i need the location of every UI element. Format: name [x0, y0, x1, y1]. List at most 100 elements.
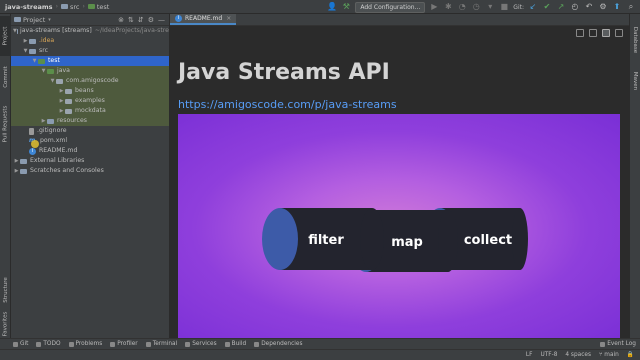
lock-icon[interactable]: 🔒 [627, 352, 634, 358]
tool-git[interactable]: Git [13, 341, 28, 347]
tree-row[interactable]: ▼ test [11, 56, 169, 66]
breadcrumb-project[interactable]: java-streams [0, 3, 56, 11]
git-update-icon[interactable]: ↙ [528, 2, 538, 12]
tree-row[interactable]: ▼ java [11, 66, 169, 76]
chevron-down-icon[interactable]: ▾ [48, 17, 51, 23]
tool-tab-label: Pull Requests [2, 105, 9, 143]
tool-problems[interactable]: Problems [68, 341, 103, 347]
profiler-icon [110, 341, 116, 347]
build-hammer-icon[interactable]: ⚒ [341, 2, 351, 12]
tree-row-label: mockdata [75, 107, 106, 114]
search-icon[interactable]: ⌕ [626, 2, 636, 12]
git-label: Git: [513, 3, 524, 11]
source-folder-icon [47, 68, 54, 74]
tab-readme[interactable]: i README.md × [170, 14, 237, 25]
project-view-dropdown[interactable]: Project [23, 16, 45, 24]
tool-build[interactable]: Build [224, 341, 246, 347]
tool-dependencies[interactable]: Dependencies [254, 341, 302, 347]
folder-icon [29, 48, 36, 54]
collapse-all-icon[interactable]: ⊗ [118, 16, 124, 24]
chevron-down-icon[interactable]: ▼ [22, 46, 29, 56]
git-commit-icon[interactable]: ✔ [542, 2, 552, 12]
tree-row[interactable]: ▶ External Libraries [11, 156, 169, 166]
tree-row[interactable]: ▶ beans [11, 86, 169, 96]
editor-tab-bar: i README.md × [170, 14, 629, 26]
chevron-down-icon[interactable]: ▼ [40, 66, 47, 76]
stop-icon[interactable]: ■ [499, 2, 509, 12]
tool-tab-favorites[interactable]: Favorites [0, 310, 11, 338]
tool-todo[interactable]: TODO [36, 341, 61, 347]
indent-widget[interactable]: 4 spaces [565, 352, 591, 358]
settings-icon[interactable]: ⚙ [598, 2, 608, 12]
editor-and-preview-icon[interactable] [589, 29, 597, 37]
tool-tab-database[interactable]: Database [630, 20, 640, 60]
hide-icon[interactable]: — [158, 16, 165, 24]
tool-label: Terminal [152, 341, 178, 347]
git-push-icon[interactable]: ↗ [556, 2, 566, 12]
tool-label: Problems [75, 341, 103, 347]
tool-tab-commit[interactable]: Commit [0, 60, 11, 94]
chevron-down-icon[interactable]: ▼ [49, 76, 56, 86]
user-icon[interactable]: 👤 [327, 2, 337, 12]
tree-row[interactable]: ▼ java-streams [streams] ~/IdeaProjects/ja… [11, 26, 169, 36]
run-more-icon[interactable]: ▾ [485, 2, 495, 12]
history-icon[interactable]: ◴ [570, 2, 580, 12]
tree-row[interactable]: ▼ com.amigoscode [11, 76, 169, 86]
collapse-icon[interactable]: ⇵ [138, 16, 144, 24]
tool-tab-maven[interactable]: Maven [630, 66, 640, 96]
breadcrumb-src[interactable]: src [58, 3, 83, 11]
chevron-right-icon[interactable]: ▶ [58, 106, 65, 116]
chevron-right-icon[interactable]: ▶ [22, 36, 29, 46]
tree-row[interactable]: ▼ src [11, 46, 169, 56]
run-icon[interactable]: ▶ [429, 2, 439, 12]
more-options-icon[interactable] [615, 29, 623, 37]
ide-update-icon[interactable]: ⬆ [612, 2, 622, 12]
tree-row-label: pom.xml [40, 137, 68, 144]
todo-icon [36, 341, 42, 347]
folder-icon [87, 4, 95, 9]
file-icon [29, 127, 34, 135]
chevron-right-icon[interactable]: ▶ [13, 156, 20, 166]
git-icon [13, 341, 18, 347]
tool-tab-project[interactable]: Project [0, 16, 11, 56]
close-icon[interactable]: × [226, 15, 231, 22]
coverage-icon[interactable]: ◔ [457, 2, 467, 12]
chevron-down-icon[interactable]: ▼ [31, 56, 38, 66]
expand-icon[interactable]: ⇅ [128, 16, 134, 24]
tool-services[interactable]: Services [185, 341, 217, 347]
encoding-widget[interactable]: UTF-8 [541, 352, 558, 358]
build-icon [224, 341, 230, 347]
tree-row[interactable]: .gitignore [11, 126, 169, 136]
tree-row[interactable]: ▶ Scratches and Consoles [11, 166, 169, 176]
chevron-right-icon[interactable]: ▶ [13, 166, 20, 176]
tool-terminal[interactable]: Terminal [145, 341, 178, 347]
chevron-right-icon[interactable]: ▶ [40, 116, 47, 126]
profile-icon[interactable]: ◷ [471, 2, 481, 12]
tree-row[interactable]: ▶ examples [11, 96, 169, 106]
tree-row[interactable]: ▶ resources [11, 116, 169, 126]
tree-row[interactable]: ▶ .idea [11, 36, 169, 46]
chevron-right-icon[interactable]: ▶ [58, 86, 65, 96]
line-separator-widget[interactable]: LF [526, 352, 533, 358]
git-branch-widget[interactable]: ⑂ main [599, 352, 619, 358]
tool-tab-label: Favorites [2, 311, 9, 337]
tree-row[interactable]: ▶ mockdata [11, 106, 169, 116]
package-icon [65, 88, 72, 94]
debug-icon[interactable]: ✱ [443, 2, 453, 12]
tool-profiler[interactable]: Profiler [110, 341, 138, 347]
left-tool-stripe: Project Commit Pull Requests Structure F… [0, 14, 11, 338]
breadcrumb-test[interactable]: test [85, 3, 112, 11]
markdown-link[interactable]: https://amigoscode.com/p/java-streams [178, 98, 397, 111]
tool-event-log[interactable]: Event Log [600, 341, 640, 347]
add-configuration-button[interactable]: Add Configuration... [355, 1, 426, 13]
rollback-icon[interactable]: ↶ [584, 2, 594, 12]
editor-only-icon[interactable] [576, 29, 584, 37]
chevron-right-icon[interactable]: ▶ [58, 96, 65, 106]
gear-icon[interactable]: ⚙ [148, 16, 154, 24]
tool-tab-pull-requests[interactable]: Pull Requests [0, 98, 11, 150]
tree-row-label: README.md [39, 147, 78, 154]
preview-only-icon[interactable] [602, 29, 610, 37]
tool-tab-structure[interactable]: Structure [0, 270, 11, 310]
right-tool-stripe: Database Maven [629, 14, 640, 338]
tool-tab-label: Database [632, 26, 639, 54]
